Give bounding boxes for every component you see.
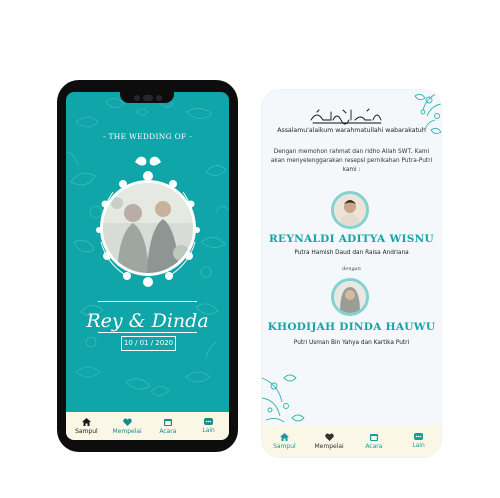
heart-icon	[122, 418, 132, 426]
love-birds-icon	[135, 156, 161, 166]
bride-name: KHODIJAH DINDA HAUWU	[267, 321, 436, 333]
home-icon	[279, 432, 289, 441]
invitation-card: Assalamu'alaikum warahmatullahi wabaraka…	[262, 90, 441, 457]
connector-text: dengan	[342, 266, 361, 272]
intro-text: Dengan memohon rahmat dan ridho Allah SW…	[270, 149, 433, 173]
calendar-icon	[369, 433, 378, 441]
home-icon	[81, 417, 91, 426]
card-nav-sampul[interactable]: Sampul	[262, 425, 307, 457]
card-nav-acara[interactable]: Acara	[352, 425, 397, 457]
camera-icon	[156, 95, 162, 101]
card-nav-mempelai[interactable]: Mempelai	[307, 425, 352, 457]
card-nav-lain[interactable]: Lain	[396, 425, 441, 457]
couple-names: Rey & Dinda	[86, 310, 209, 332]
phone-notch	[120, 86, 174, 103]
nav-lain[interactable]: Lain	[188, 412, 229, 440]
bride-avatar	[331, 278, 369, 316]
greeting-text: Assalamu'alaikum warahmatullahi wabaraka…	[277, 127, 426, 134]
bismillah-calligraphy	[310, 108, 382, 125]
calendar-icon	[163, 418, 172, 426]
more-icon	[204, 418, 214, 425]
bride-parents: Putri Usman Bin Yahya dan Kartika Putri	[293, 340, 410, 346]
card-bottom-nav: Sampul Mempelai Acara Lain	[262, 425, 441, 457]
sensor-icon	[143, 95, 153, 101]
more-icon	[414, 433, 424, 440]
nav-mempelai[interactable]: Mempelai	[107, 412, 148, 440]
photo-wreath	[83, 142, 213, 290]
camera-icon	[134, 95, 140, 101]
floral-corner-icon	[262, 374, 305, 423]
nav-acara[interactable]: Acara	[148, 412, 189, 440]
cover-screen: - THE WEDDING OF - Rey & Dinda 10 / 01 /…	[66, 92, 229, 440]
groom-name: REYNALDI ADITYA WISNU	[269, 233, 434, 245]
bottom-nav: Sampul Mempelai Acara Lain	[66, 412, 229, 440]
divider-top	[98, 301, 197, 302]
divider-bottom	[98, 332, 197, 333]
nav-sampul[interactable]: Sampul	[66, 412, 107, 440]
groom-parents: Putra Hamish Daud dan Raisa Andriana	[294, 250, 409, 256]
couple-photo	[100, 180, 196, 276]
wedding-date: 10 / 01 / 2020	[121, 336, 176, 351]
groom-avatar	[331, 191, 369, 229]
cover-subtitle: - THE WEDDING OF -	[102, 132, 193, 141]
heart-icon	[324, 433, 334, 441]
